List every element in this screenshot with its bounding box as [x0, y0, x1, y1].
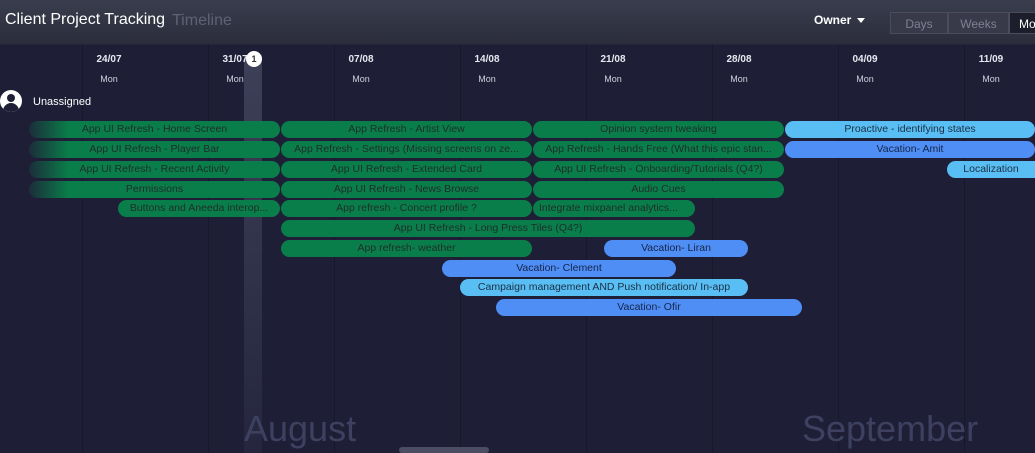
view-mode-months-button[interactable]: Mo: [1009, 12, 1035, 34]
view-mode-weeks-button[interactable]: Weeks: [948, 12, 1009, 34]
horizontal-scrollbar[interactable]: [399, 447, 489, 453]
month-label: September: [802, 408, 979, 449]
date-label: 21/08: [600, 54, 626, 65]
timeline-item[interactable]: Vacation- Ofir: [496, 299, 802, 316]
weekday-label: Mon: [856, 74, 874, 84]
view-mode-days-button[interactable]: Days: [890, 12, 948, 34]
timeline-item[interactable]: App refresh- weather: [281, 240, 532, 257]
timeline-item[interactable]: App UI Refresh - Onboarding/Tutorials (Q…: [533, 161, 784, 178]
top-bar: Client Project Tracking Timeline Owner D…: [0, 0, 1035, 45]
month-label: August: [244, 408, 357, 449]
app-title: Client Project Tracking: [5, 11, 166, 28]
timeline-item[interactable]: Proactive - identifying states: [785, 121, 1035, 138]
date-label: 28/08: [726, 54, 752, 65]
date-column-header: 21/08 Mon: [583, 54, 643, 84]
timeline-item[interactable]: Localization: [947, 161, 1035, 178]
grid-line: [586, 45, 587, 453]
weekday-label: Mon: [730, 74, 748, 84]
timeline-item[interactable]: App UI Refresh - Home Screen: [29, 121, 280, 138]
timeline-item[interactable]: Vacation- Amit: [785, 141, 1035, 158]
weekday-label: Mon: [478, 74, 496, 84]
date-column-header: 14/08 Mon: [457, 54, 517, 84]
timeline-item[interactable]: Audio Cues: [533, 181, 784, 198]
grid-line: [208, 45, 209, 453]
timeline-board[interactable]: 1 24/07 Mon 31/07 Mon 07/08 Mon 14/08 Mon 21…: [0, 45, 1035, 453]
date-label: 24/07: [96, 54, 122, 65]
timeline-item[interactable]: App Refresh - Settings (Missing screens …: [281, 141, 532, 158]
date-column-header: 11/09 Mon: [961, 54, 1021, 84]
timeline-item[interactable]: App refresh - Concert profile ?: [281, 200, 532, 217]
timeline-item[interactable]: App Refresh - Hands Free (What this epic…: [533, 141, 784, 158]
timeline-item[interactable]: Vacation- Clement: [442, 260, 676, 277]
owner-label: Owner: [814, 13, 852, 27]
timeline-item[interactable]: App UI Refresh - Player Bar: [29, 141, 280, 158]
timeline-item[interactable]: Permissions: [29, 181, 280, 198]
date-column-header: 07/08 Mon: [331, 54, 391, 84]
caret-down-icon: [857, 18, 866, 24]
weekday-label: Mon: [982, 74, 1000, 84]
timeline-item[interactable]: Vacation- Liran: [604, 240, 748, 257]
date-column-header: 28/08 Mon: [709, 54, 769, 84]
timeline-item[interactable]: Campaign management AND Push notificatio…: [460, 279, 748, 296]
timeline-item[interactable]: Integrate mixpanel analytics...: [533, 200, 695, 217]
timeline-item[interactable]: Opinion system tweaking: [533, 121, 784, 138]
weekday-label: Mon: [352, 74, 370, 84]
timeline-item[interactable]: App UI Refresh - Recent Activity: [29, 161, 280, 178]
weekday-label: Mon: [226, 74, 244, 84]
view-title: Timeline: [172, 12, 232, 29]
grid-line: [964, 45, 965, 453]
date-label: 04/09: [852, 54, 878, 65]
group-label: Unassigned: [33, 96, 92, 108]
date-label: 07/08: [348, 54, 374, 65]
grid-line: [838, 45, 839, 453]
date-label: 14/08: [474, 54, 500, 65]
date-column-header: 24/07 Mon: [79, 54, 139, 84]
timeline-item[interactable]: Buttons and Aneeda interop...: [118, 200, 280, 217]
weekday-label: Mon: [604, 74, 622, 84]
timeline-item[interactable]: App UI Refresh - Long Press Tiles (Q4?): [281, 220, 695, 237]
date-label: 31/07: [222, 54, 248, 65]
avatar-icon: [0, 90, 22, 112]
date-column-header: 04/09 Mon: [835, 54, 895, 84]
timeline-item[interactable]: App UI Refresh - News Browse: [281, 181, 532, 198]
owner-dropdown[interactable]: Owner: [814, 13, 866, 27]
date-column-header: 31/07 Mon: [205, 54, 265, 84]
timeline-item[interactable]: App Refresh - Artist View: [281, 121, 532, 138]
timeline-item[interactable]: App UI Refresh - Extended Card: [281, 161, 532, 178]
view-mode-switch: Days Weeks Mo: [890, 12, 1035, 34]
date-label: 11/09: [978, 54, 1004, 65]
weekday-label: Mon: [100, 74, 118, 84]
today-highlight: [244, 55, 262, 453]
